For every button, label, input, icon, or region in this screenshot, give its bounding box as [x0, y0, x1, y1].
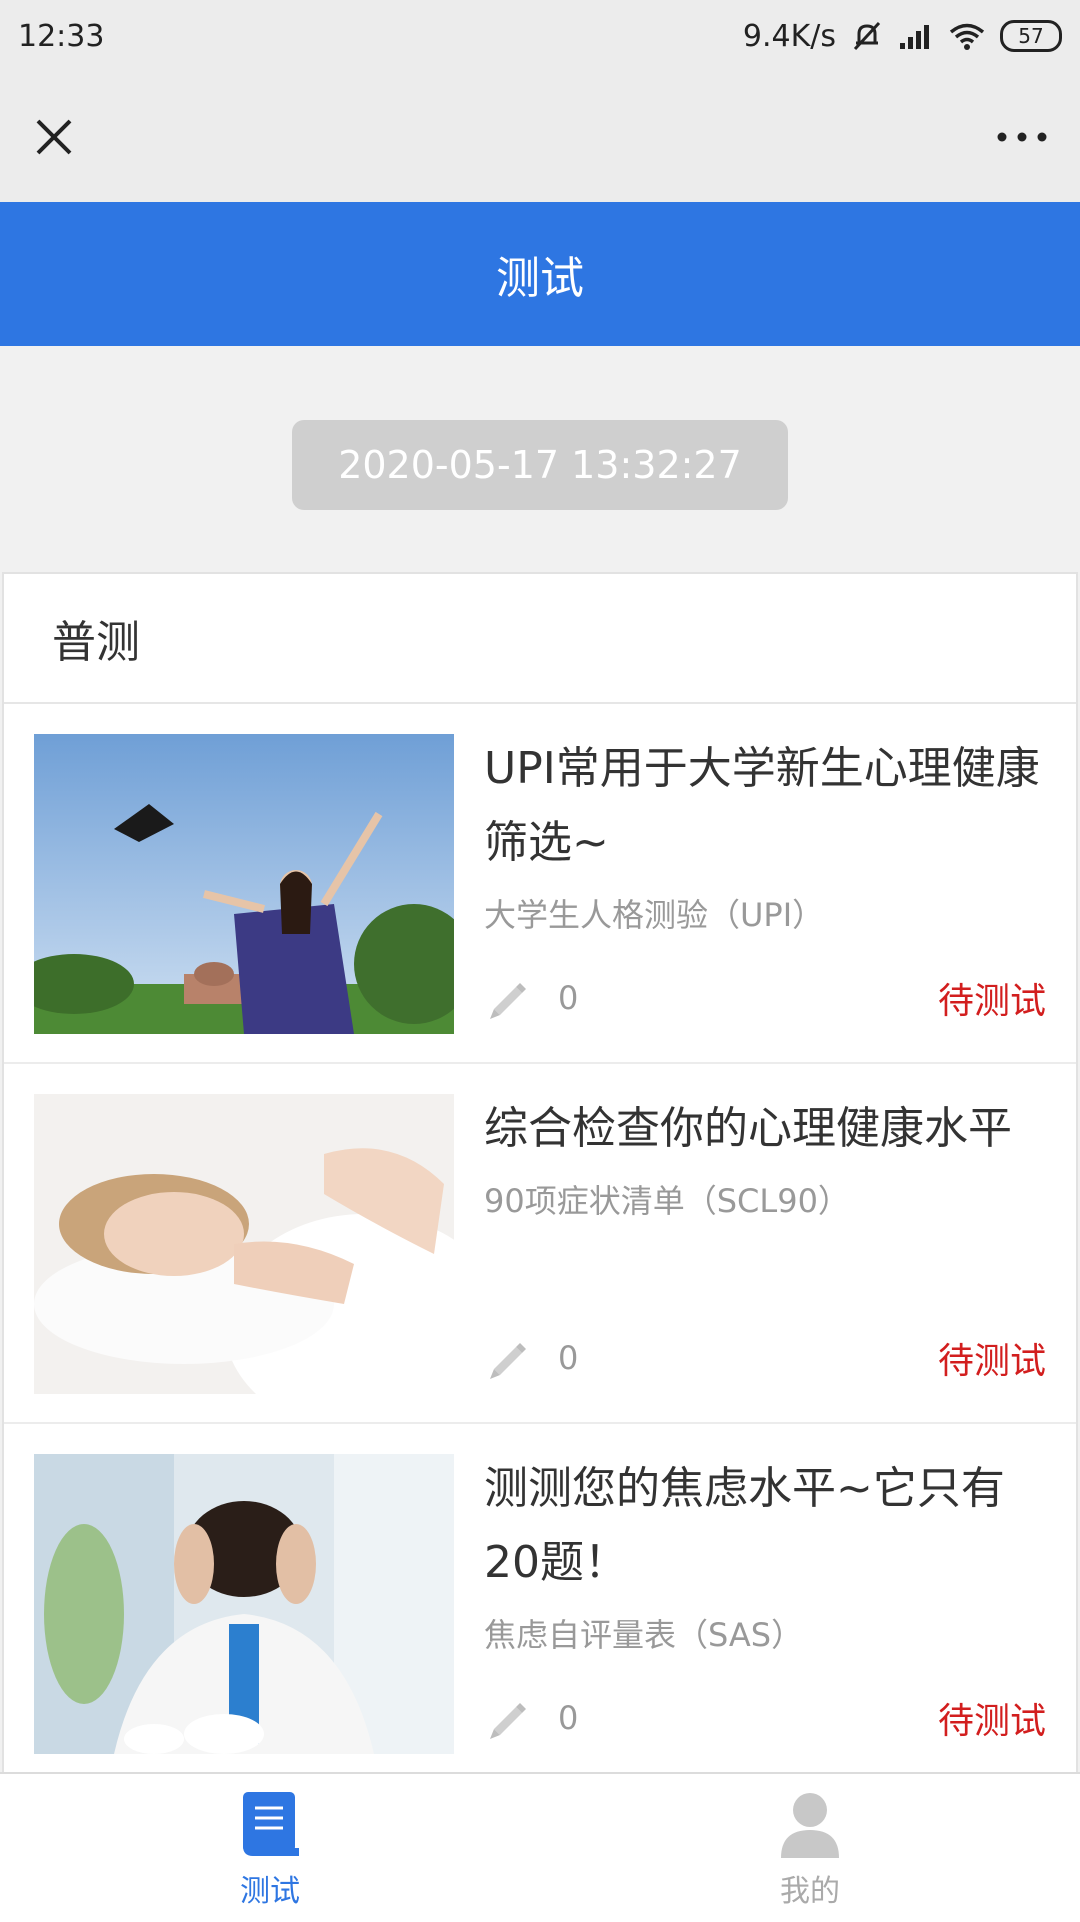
page-header: 测试	[0, 202, 1080, 346]
signal-icon	[900, 25, 929, 49]
close-icon[interactable]	[28, 111, 80, 163]
battery-level: 57	[1018, 24, 1044, 48]
pencil-icon	[490, 1343, 526, 1379]
item-count: 0	[558, 1339, 579, 1377]
item-title: 综合检查你的心理健康水平	[484, 1103, 1012, 1154]
section-title: 普测	[4, 574, 1076, 704]
stressed-man-photo	[34, 1454, 454, 1754]
item-count: 0	[558, 979, 579, 1017]
tab-test[interactable]: 测试	[0, 1774, 540, 1922]
tab-bar: 测试 我的	[0, 1772, 1080, 1922]
battery-icon: 57	[1000, 20, 1062, 52]
item-info: 测测您的焦虑水平~它只有20题！ 焦虑自评量表（SAS） 0 待测试	[484, 1454, 1046, 1772]
item-status: 待测试	[937, 1701, 1046, 1742]
timestamp-badge: 2020-05-17 13:32:27	[292, 420, 788, 510]
status-icons: 9.4K/s 57	[743, 19, 1062, 54]
nav-bar	[0, 72, 1080, 202]
item-title: 测测您的焦虑水平~它只有20题！	[484, 1463, 1005, 1588]
user-icon	[781, 1793, 839, 1858]
wifi-icon	[949, 23, 985, 50]
status-bar: 12:33 9.4K/s 57	[0, 0, 1080, 72]
item-meta: 0 待测试	[484, 1332, 1046, 1384]
tab-mine[interactable]: 我的	[540, 1774, 1080, 1922]
status-time: 12:33	[18, 18, 105, 54]
sleeping-woman-photo	[34, 1094, 454, 1394]
book-icon	[243, 1792, 299, 1856]
timestamp-wrap: 2020-05-17 13:32:27	[0, 420, 1080, 510]
item-info: 综合检查你的心理健康水平 90项症状清单（SCL90） 0 待测试	[484, 1094, 1046, 1422]
item-title: UPI常用于大学新生心理健康筛选~	[484, 743, 1040, 868]
pencil-icon	[490, 983, 526, 1019]
item-status: 待测试	[937, 981, 1046, 1022]
list-item[interactable]: UPI常用于大学新生心理健康筛选~ 大学生人格测验（UPI） 0 待测试	[4, 704, 1076, 1064]
graduate-photo	[34, 734, 454, 1034]
more-icon[interactable]	[992, 127, 1052, 147]
page-title: 测试	[496, 253, 584, 304]
pencil-icon	[490, 1703, 526, 1739]
network-speed: 9.4K/s	[742, 18, 836, 54]
item-count: 0	[558, 1699, 579, 1737]
item-subtitle: 焦虑自评量表（SAS）	[484, 1616, 804, 1654]
item-info: UPI常用于大学新生心理健康筛选~ 大学生人格测验（UPI） 0 待测试	[484, 734, 1046, 1062]
item-subtitle: 90项症状清单（SCL90）	[484, 1182, 850, 1220]
mute-bell-icon	[853, 21, 881, 51]
list-item[interactable]: 综合检查你的心理健康水平 90项症状清单（SCL90） 0 待测试	[4, 1064, 1076, 1424]
item-subtitle: 大学生人格测验（UPI）	[484, 896, 825, 934]
item-meta: 0 待测试	[484, 972, 1046, 1024]
tab-label: 我的	[780, 1874, 840, 1909]
tab-label: 测试	[240, 1874, 300, 1909]
item-status: 待测试	[937, 1341, 1046, 1382]
timestamp-text: 2020-05-17 13:32:27	[338, 443, 742, 487]
test-list-card: 普测 UPI常用于大学新生心理健康筛选~ 大学生人格测验（UPI） 0 待测试 …	[2, 572, 1078, 1772]
item-meta: 0 待测试	[484, 1692, 1046, 1744]
list-item[interactable]: 测测您的焦虑水平~它只有20题！ 焦虑自评量表（SAS） 0 待测试	[4, 1424, 1076, 1772]
